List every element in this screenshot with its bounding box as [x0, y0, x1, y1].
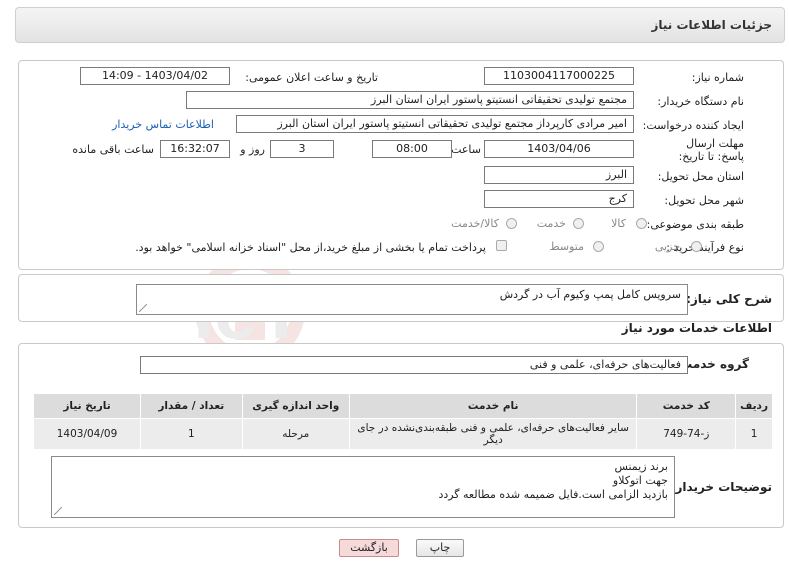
- need-number-field[interactable]: 1103004117000225: [484, 67, 634, 85]
- remaining-days-field[interactable]: 3: [270, 140, 334, 158]
- buyer-note-line: بازدید الزامی است.فایل ضمیمه شده مطالعه …: [438, 488, 668, 501]
- service-name-cell: سایر فعالیت‌های حرفه‌ای، علمی و فنی طبقه…: [348, 418, 638, 450]
- page-header: جزئیات اطلاعات نیاز: [15, 7, 785, 43]
- print-button[interactable]: چاپ: [416, 539, 464, 557]
- resize-handle-icon[interactable]: [139, 304, 147, 312]
- unit-cell: مرحله: [241, 418, 350, 450]
- remaining-time-field[interactable]: 16:32:07: [160, 140, 230, 158]
- services-table: ردیف کد خدمت نام خدمت واحد اندازه گیری ت…: [33, 393, 773, 450]
- category-label: طبقه بندی موضوعی:: [646, 218, 744, 231]
- city-field[interactable]: کرج: [484, 190, 634, 208]
- col-service-name: نام خدمت: [348, 393, 638, 419]
- service-group-field[interactable]: فعالیت‌های حرفه‌ای، علمی و فنی: [140, 356, 688, 374]
- category-goods-service-radio[interactable]: [506, 218, 517, 229]
- buyer-notes-textarea[interactable]: برند زیمنس جهت اتوکلاو بازدید الزامی است…: [51, 456, 675, 518]
- summary-label: شرح کلی نیاز:: [686, 292, 772, 306]
- announce-datetime-label: تاریخ و ساعت اعلان عمومی:: [245, 71, 378, 84]
- remaining-time-label: ساعت باقی مانده: [72, 143, 154, 156]
- buyer-org-field[interactable]: مجتمع تولیدی تحقیقاتی انستیتو پاستور ایر…: [186, 91, 634, 109]
- resize-handle-icon[interactable]: [54, 507, 62, 515]
- announce-datetime-field[interactable]: 1403/04/02 - 14:09: [80, 67, 230, 85]
- col-quantity: تعداد / مقدار: [140, 393, 243, 419]
- category-goods-label: کالا: [611, 217, 626, 230]
- treasury-payment-note: پرداخت تمام یا بخشی از مبلغ خرید،از محل …: [135, 241, 486, 254]
- requester-field[interactable]: امیر مرادی کارپرداز مجتمع تولیدی تحقیقات…: [236, 115, 634, 133]
- process-minor-radio[interactable]: [691, 241, 702, 252]
- table-header-row: ردیف کد خدمت نام خدمت واحد اندازه گیری ت…: [33, 393, 773, 419]
- summary-text: سرویس کامل پمپ وکیوم آب در گردش: [499, 288, 681, 301]
- summary-textarea[interactable]: سرویس کامل پمپ وکیوم آب در گردش: [136, 284, 688, 315]
- province-field[interactable]: البرز: [484, 166, 634, 184]
- need-number-label: شماره نیاز:: [691, 71, 744, 84]
- buyer-note-line: برند زیمنس: [614, 460, 668, 473]
- back-button[interactable]: بازگشت: [339, 539, 399, 557]
- deadline-time-label: ساعت: [451, 143, 481, 156]
- buyer-note-line: جهت اتوکلاو: [612, 474, 668, 487]
- row-number-cell: 1: [735, 418, 773, 450]
- deadline-label: مهلت ارسال پاسخ: تا تاریخ:: [678, 137, 744, 163]
- process-medium-label: متوسط: [549, 240, 584, 253]
- col-row-number: ردیف: [735, 393, 773, 419]
- category-goods-radio[interactable]: [636, 218, 647, 229]
- province-label: استان محل تحویل:: [657, 170, 744, 183]
- quantity-cell: 1: [140, 418, 243, 450]
- process-medium-radio[interactable]: [593, 241, 604, 252]
- deadline-date-field[interactable]: 1403/04/06: [484, 140, 634, 158]
- col-service-code: کد خدمت: [636, 393, 737, 419]
- buyer-contact-link[interactable]: اطلاعات تماس خریدار: [112, 118, 214, 131]
- process-minor-label: جزیی: [654, 240, 680, 253]
- col-unit: واحد اندازه گیری: [241, 393, 350, 419]
- category-goods-service-label: کالا/خدمت: [451, 217, 499, 230]
- services-section-title: اطلاعات خدمات مورد نیاز: [621, 321, 772, 335]
- buyer-notes-label: توضیحات خریدار:: [670, 480, 772, 494]
- service-code-cell: ز-74-749: [636, 418, 737, 450]
- treasury-payment-checkbox[interactable]: [496, 240, 507, 251]
- days-label: روز و: [240, 143, 265, 156]
- deadline-time-field[interactable]: 08:00: [372, 140, 452, 158]
- requester-label: ایجاد کننده درخواست:: [642, 119, 744, 132]
- buyer-org-label: نام دستگاه خریدار:: [657, 95, 744, 108]
- page-title: جزئیات اطلاعات نیاز: [651, 18, 772, 32]
- col-need-date: تاریخ نیاز: [33, 393, 141, 419]
- category-service-label: خدمت: [536, 217, 566, 230]
- need-date-cell: 1403/04/09: [33, 418, 141, 450]
- city-label: شهر محل تحویل:: [664, 194, 744, 207]
- category-service-radio[interactable]: [573, 218, 584, 229]
- table-row[interactable]: 1 ز-74-749 سایر فعالیت‌های حرفه‌ای، علمی…: [33, 418, 773, 450]
